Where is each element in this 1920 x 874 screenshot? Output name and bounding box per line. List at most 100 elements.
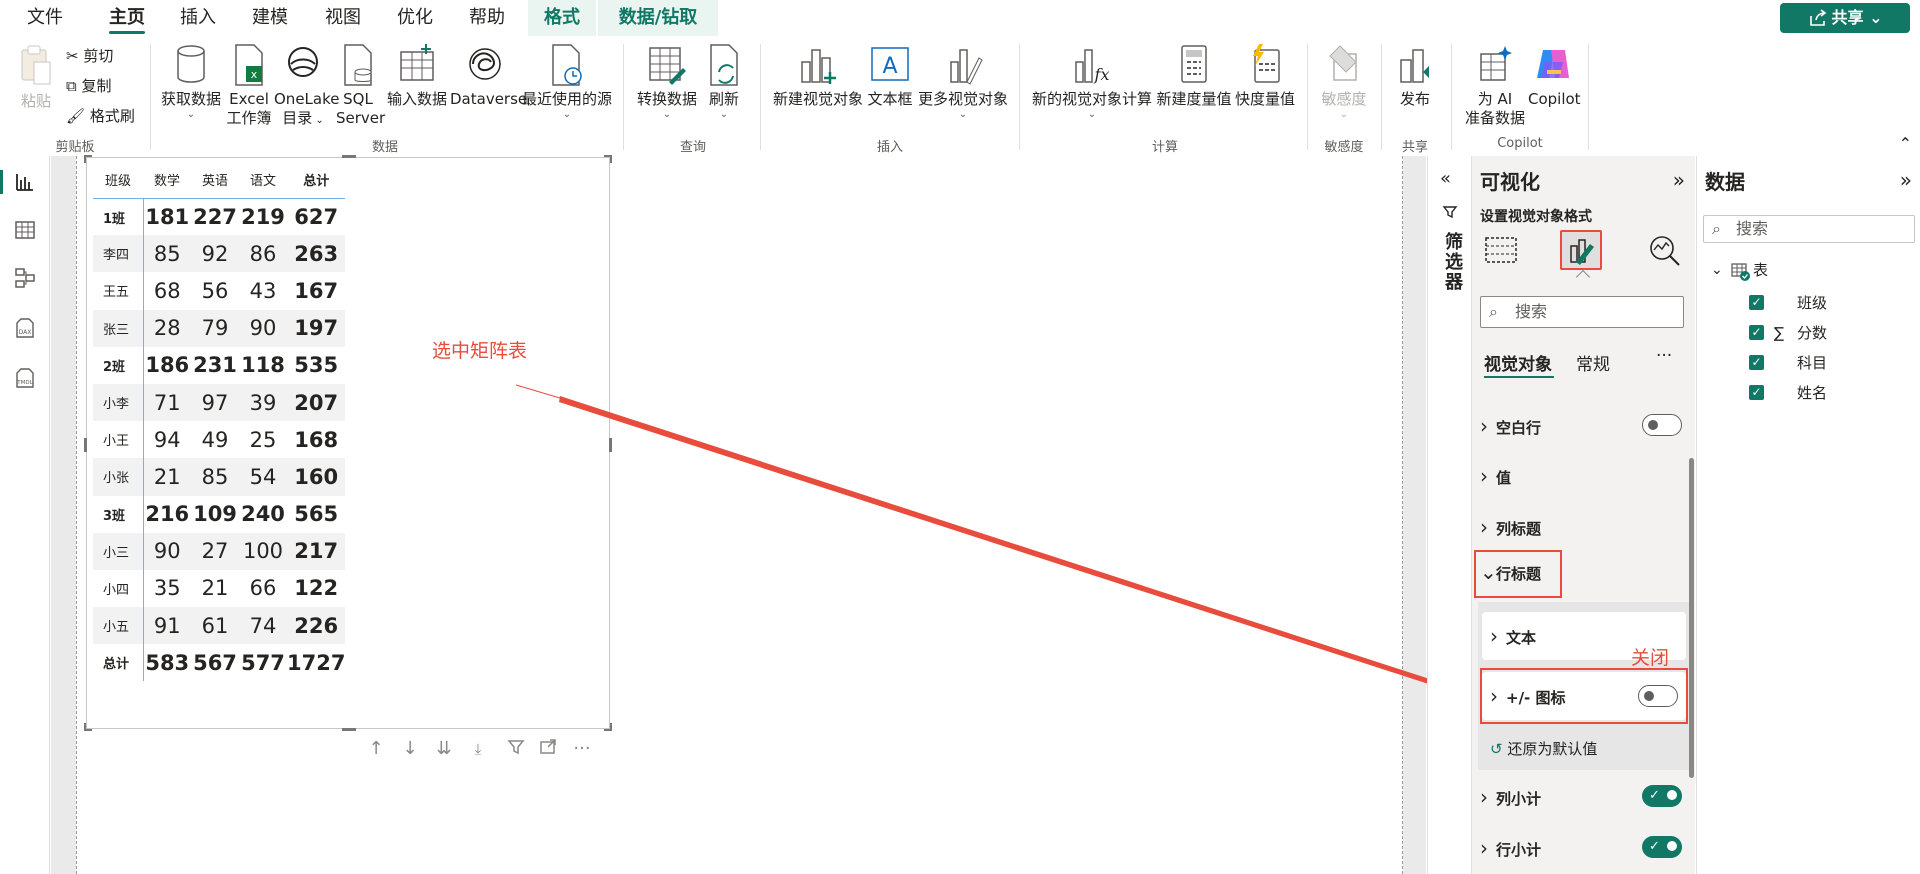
new-visual-button[interactable]: 新建视觉对象 — [770, 42, 866, 109]
class-subtotal-row[interactable]: 3班 216 109 240 565 — [93, 495, 345, 533]
analytics-icon[interactable] — [1648, 234, 1682, 268]
tmdl-view-icon[interactable]: TMDL — [13, 366, 37, 390]
model-view-icon[interactable] — [13, 266, 37, 290]
expand-filters-icon[interactable]: « — [1440, 168, 1451, 189]
blank-rows-toggle[interactable] — [1642, 414, 1682, 436]
next-level-icon[interactable]: ⇊ — [433, 738, 455, 760]
field-checkbox[interactable]: ✓ — [1749, 355, 1764, 370]
field-name[interactable]: 分数 — [1797, 323, 1827, 343]
sql-server-button[interactable]: SQL Server — [336, 42, 385, 128]
quick-measure-button[interactable]: 快度量值 — [1234, 42, 1296, 109]
tab-data-drill[interactable]: 数据/钻取 — [598, 0, 718, 36]
section-column-subtotals[interactable]: 列小计 — [1480, 785, 1541, 809]
reset-default-link[interactable]: ↺ 还原为默认值 — [1490, 738, 1597, 759]
filter-icon[interactable] — [505, 738, 527, 760]
tab-help[interactable]: 帮助 — [460, 0, 514, 36]
section-values[interactable]: 值 — [1480, 464, 1511, 488]
student-row[interactable]: 王五 68 56 43 167 — [93, 272, 345, 310]
grand-total-row[interactable]: 总计 583 567 577 1727 — [93, 644, 345, 682]
column-subtotals-toggle[interactable] — [1642, 785, 1682, 807]
filters-pane-collapsed[interactable]: « 筛选器 — [1427, 156, 1471, 874]
copy-button[interactable]: ⧉ 复制 — [66, 76, 112, 96]
class-subtotal-row[interactable]: 2班 186 231 118 535 — [93, 346, 345, 384]
student-row[interactable]: 小五 91 61 74 226 — [93, 607, 346, 645]
tab-view[interactable]: 视图 — [316, 0, 370, 36]
build-visual-icon[interactable] — [1484, 234, 1518, 266]
student-row[interactable]: 小四 35 21 66 122 — [93, 569, 345, 608]
excel-workbook-button[interactable]: x Excel 工作簿 — [226, 42, 272, 128]
header-total[interactable]: 总计 — [287, 162, 346, 199]
new-visual-calc-button[interactable]: fx 新的视觉对象计算 ⌄ — [1030, 42, 1154, 121]
tab-visual[interactable]: 视觉对象 — [1484, 350, 1552, 375]
format-visual-tab[interactable] — [1560, 230, 1602, 270]
student-row[interactable]: 张三 28 79 90 197 — [93, 309, 346, 347]
collapse-data-pane-icon[interactable]: » — [1900, 168, 1912, 192]
resize-handle[interactable] — [84, 155, 92, 163]
copilot-button[interactable]: Copilot — [1528, 42, 1581, 109]
report-view-icon[interactable] — [13, 170, 37, 194]
tab-home[interactable]: 主页 — [100, 0, 154, 36]
viz-pane-scrollbar[interactable] — [1689, 458, 1694, 778]
header-class[interactable]: 班级 — [93, 162, 143, 199]
dax-query-view-icon[interactable]: DAX — [13, 316, 37, 340]
field-name[interactable]: 班级 — [1797, 293, 1827, 313]
field-checkbox[interactable]: ✓ — [1749, 385, 1764, 400]
data-search-input[interactable]: ⌕ 搜索 — [1703, 215, 1915, 243]
transform-data-button[interactable]: 转换数据 ⌄ — [632, 42, 702, 121]
format-painter-button[interactable]: 🖌 格式刷 — [66, 106, 135, 126]
section-column-headers[interactable]: 列标题 — [1480, 515, 1541, 539]
new-measure-button[interactable]: 新建度量值 — [1156, 42, 1232, 109]
enter-data-button[interactable]: 输入数据 — [384, 42, 450, 109]
tab-modeling[interactable]: 建模 — [243, 0, 297, 36]
matrix-visual[interactable]: 班级 数学 英语 语文 总计 1班 181 227 219 627 李四 85 92 86 263… — [84, 155, 612, 731]
refresh-button[interactable]: 刷新 ⌄ — [704, 42, 744, 121]
onelake-catalog-button[interactable]: OneLake 目录 ⌄ — [274, 42, 339, 130]
resize-handle[interactable] — [342, 728, 356, 731]
tab-optimize[interactable]: 优化 — [388, 0, 442, 36]
section-row-headers[interactable]: 行标题 — [1480, 562, 1541, 586]
field-checkbox[interactable]: ✓ — [1749, 325, 1764, 340]
table-view-icon[interactable] — [13, 218, 37, 242]
student-row[interactable]: 小王 94 49 25 168 — [93, 421, 345, 459]
recent-sources-button[interactable]: 最近使用的源 ⌄ — [522, 42, 612, 121]
section-blank-rows[interactable]: 空白行 — [1480, 414, 1541, 438]
field-checkbox[interactable]: ✓ — [1749, 295, 1764, 310]
dataverse-button[interactable]: Dataverse — [450, 42, 527, 109]
resize-handle[interactable] — [342, 155, 356, 158]
drill-up-icon[interactable]: ↑ — [365, 738, 387, 760]
focus-mode-icon[interactable] — [537, 738, 559, 760]
student-row[interactable]: 李四 85 92 86 263 — [93, 235, 346, 273]
collapse-ribbon-icon[interactable]: ⌃ — [1899, 134, 1912, 153]
more-visuals-button[interactable]: 更多视觉对象 ⌄ — [916, 42, 1010, 121]
tab-general[interactable]: 常规 — [1576, 350, 1610, 375]
field-name[interactable]: 姓名 — [1797, 383, 1827, 403]
expand-next-level-icon[interactable]: ⤓ — [467, 738, 489, 760]
drill-down-icon[interactable]: ↓ — [399, 738, 421, 760]
more-options-icon[interactable]: ··· — [1656, 346, 1672, 366]
prep-data-for-ai-button[interactable]: 为 AI 准备数据 — [1460, 42, 1530, 128]
tab-file[interactable]: 文件 — [18, 0, 72, 36]
header-math[interactable]: 数学 — [143, 162, 191, 199]
section-row-subtotals[interactable]: 行小计 — [1480, 836, 1541, 860]
row-subtotals-toggle[interactable] — [1642, 836, 1682, 858]
resize-handle[interactable] — [609, 438, 612, 452]
sensitivity-button[interactable]: 敏感度 ⌄ — [1316, 42, 1372, 121]
subsection-text[interactable]: 文本 — [1490, 624, 1536, 648]
student-row[interactable]: 小张 21 85 54 160 — [93, 458, 346, 496]
collapse-viz-pane-icon[interactable]: » — [1673, 168, 1685, 192]
student-row[interactable]: 小李 71 97 39 207 — [93, 383, 346, 422]
viz-search-input[interactable]: ⌕ 搜索 — [1480, 296, 1684, 328]
paste-button[interactable]: 粘贴 — [14, 42, 58, 111]
get-data-button[interactable]: 获取数据 ⌄ — [158, 42, 224, 121]
cut-button[interactable]: ✂ 剪切 — [66, 46, 113, 66]
student-row[interactable]: 小三 90 27 100 217 — [93, 532, 346, 570]
header-chinese[interactable]: 语文 — [239, 162, 287, 199]
share-button[interactable]: 共享 ⌄ — [1780, 3, 1910, 33]
field-name[interactable]: 科目 — [1797, 353, 1827, 373]
more-options-icon[interactable]: ··· — [571, 738, 593, 760]
resize-handle[interactable] — [604, 155, 612, 163]
publish-button[interactable]: 发布 — [1390, 42, 1440, 109]
header-english[interactable]: 英语 — [191, 162, 239, 199]
class-subtotal-row[interactable]: 1班 181 227 219 627 — [93, 198, 345, 236]
text-box-button[interactable]: A 文本框 — [866, 42, 914, 109]
